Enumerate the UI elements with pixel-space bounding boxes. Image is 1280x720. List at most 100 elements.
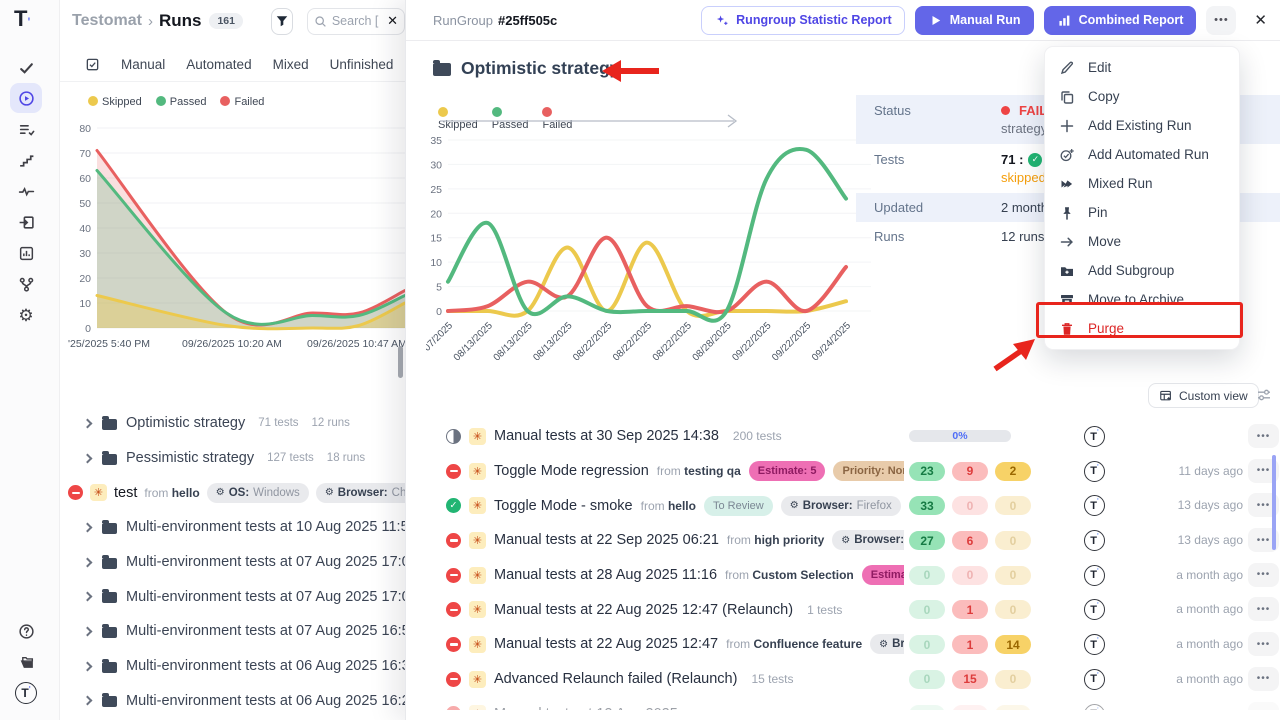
tests-check-icon[interactable] [10, 52, 42, 82]
right-panel-scrollbar[interactable] [1272, 455, 1276, 550]
fast-forward-icon [1059, 176, 1075, 192]
group-name[interactable]: Multi-environment tests at 07 Aug 2025 1… [126, 623, 405, 639]
list-settings-icon[interactable] [1256, 387, 1272, 408]
skipped-count: 0 [995, 496, 1031, 515]
trash-icon [1059, 321, 1075, 337]
failed-status-icon [446, 672, 461, 687]
profile-logo-icon[interactable]: T' [10, 678, 42, 708]
group-row[interactable]: Multi-environment tests at 06 Aug 2025 1… [60, 684, 405, 719]
menu-item-purge[interactable]: Purge [1045, 314, 1239, 343]
group-name[interactable]: Pessimistic strategy [126, 450, 254, 466]
settings-gear-icon[interactable]: ⚙ [10, 300, 42, 330]
group-row[interactable]: Multi-environment tests at 06 Aug 2025 1… [60, 649, 405, 684]
help-icon[interactable] [10, 616, 42, 646]
group-row[interactable]: Pessimistic strategy127 tests18 runs [60, 441, 405, 476]
tag-badge: Estimate: 5 [862, 565, 904, 585]
import-run-icon[interactable] [10, 207, 42, 237]
run-title[interactable]: Advanced Relaunch failed (Relaunch) [494, 671, 737, 687]
group-row[interactable]: Multi-environment tests at 07 Aug 2025 1… [60, 545, 405, 580]
run-name[interactable]: test [114, 485, 137, 501]
run-row[interactable]: ✳Advanced Relaunch failed (Relaunch)15 t… [406, 662, 1280, 697]
pulse-icon[interactable] [10, 176, 42, 206]
menu-item-edit[interactable]: Edit [1045, 53, 1239, 82]
run-title[interactable]: Manual tests at 30 Sep 2025 14:38 [494, 428, 719, 444]
menu-item-add-existing-run[interactable]: Add Existing Run [1045, 111, 1239, 140]
chevron-right-icon[interactable] [83, 696, 93, 706]
group-row[interactable]: Multi-environment tests at 07 Aug 2025 1… [60, 579, 405, 614]
chevron-right-icon[interactable] [83, 592, 93, 602]
run-row[interactable]: ✳Manual tests at 28 Aug 2025 11:16from C… [406, 558, 1280, 593]
projects-folders-icon[interactable] [10, 647, 42, 677]
combined-report-button[interactable]: Combined Report [1044, 6, 1197, 35]
group-row[interactable]: Multi-environment tests at 07 Aug 2025 1… [60, 614, 405, 649]
group-row[interactable]: Optimistic strategy71 tests12 runs [60, 406, 405, 441]
chevron-right-icon[interactable] [83, 661, 93, 671]
gear-icon: ⚙ [325, 487, 334, 498]
rungroup-more-button[interactable]: ••• [1206, 6, 1236, 35]
manual-run-button[interactable]: Manual Run [915, 6, 1034, 35]
run-title[interactable]: Manual tests at 28 Aug 2025 11:16 [494, 567, 717, 583]
row-more-button[interactable]: ••• [1248, 632, 1279, 656]
branch-icon[interactable] [10, 269, 42, 299]
run-title[interactable]: Manual tests at 22 Aug 2025 12:47 (Relau… [494, 602, 793, 618]
avatar: T' [1084, 704, 1105, 710]
run-title[interactable]: Toggle Mode regression [494, 463, 649, 479]
row-more-button[interactable]: ••• [1248, 667, 1279, 691]
group-name[interactable]: Multi-environment tests at 06 Aug 2025 1… [126, 658, 405, 674]
group-name[interactable]: Multi-environment tests at 07 Aug 2025 1… [126, 554, 405, 570]
run-row[interactable]: ✓✳Toggle Mode - smokefrom helloTo Review… [406, 488, 1280, 523]
tab-mixed[interactable]: Mixed [273, 57, 309, 72]
row-more-button[interactable]: ••• [1248, 702, 1279, 710]
menu-item-copy[interactable]: Copy [1045, 82, 1239, 111]
filter-button[interactable] [271, 8, 293, 35]
chevron-right-icon[interactable] [83, 557, 93, 567]
menu-item-pin[interactable]: Pin [1045, 198, 1239, 227]
close-panel-icon[interactable]: ✕ [1254, 11, 1267, 29]
group-name[interactable]: Multi-environment tests at 10 Aug 2025 1… [126, 519, 405, 535]
rungroup-statistic-report-button[interactable]: Rungroup Statistic Report [701, 6, 905, 35]
menu-item-move-to-archive[interactable]: Move to Archive [1045, 285, 1239, 314]
run-row[interactable]: ✳Manual tests at 12 Aug 2025T'••• [406, 697, 1280, 710]
run-row[interactable]: ✳Manual tests at 22 Sep 2025 06:21from h… [406, 523, 1280, 558]
run-list-icon[interactable] [85, 57, 100, 72]
row-more-button[interactable]: ••• [1248, 563, 1279, 587]
run-title[interactable]: Manual tests at 22 Aug 2025 12:47 [494, 636, 718, 652]
tab-automated[interactable]: Automated [186, 57, 251, 72]
report-chart-icon[interactable] [10, 238, 42, 268]
row-more-button[interactable]: ••• [1248, 424, 1279, 448]
custom-view-button[interactable]: Custom view [1148, 383, 1259, 408]
menu-item-mixed-run[interactable]: Mixed Run [1045, 169, 1239, 198]
failed-count: 0 [952, 566, 988, 585]
checklist-icon[interactable] [10, 114, 42, 144]
tab-unfinished[interactable]: Unfinished [330, 57, 394, 72]
svg-text:08/07/2025: 08/07/2025 [426, 320, 455, 360]
group-name[interactable]: Optimistic strategy [126, 415, 245, 431]
menu-item-label: Edit [1088, 60, 1111, 75]
chevron-right-icon[interactable] [83, 453, 93, 463]
row-more-button[interactable]: ••• [1248, 597, 1279, 621]
group-name[interactable]: Multi-environment tests at 06 Aug 2025 1… [126, 693, 405, 709]
steps-icon[interactable] [10, 145, 42, 175]
group-name[interactable]: Multi-environment tests at 07 Aug 2025 1… [126, 589, 405, 605]
menu-item-add-automated-run[interactable]: Add Automated Run [1045, 140, 1239, 169]
chevron-right-icon[interactable] [83, 522, 93, 532]
chevron-right-icon[interactable] [83, 418, 93, 428]
group-row[interactable]: Multi-environment tests at 10 Aug 2025 1… [60, 510, 405, 545]
menu-item-move[interactable]: Move [1045, 227, 1239, 256]
run-title[interactable]: Toggle Mode - smoke [494, 498, 633, 514]
tab-manual[interactable]: Manual [121, 57, 165, 72]
run-row[interactable]: ✳Manual tests at 30 Sep 2025 14:38200 te… [406, 419, 1280, 454]
run-title[interactable]: Manual tests at 22 Sep 2025 06:21 [494, 532, 719, 548]
run-row[interactable]: ✳Manual tests at 22 Aug 2025 12:47 (Rela… [406, 592, 1280, 627]
run-title[interactable]: Manual tests at 12 Aug 2025 [494, 706, 678, 710]
run-row[interactable]: ✳testfrom hello⚙OS:Windows⚙Browser:Chrom… [60, 475, 405, 510]
clear-search-icon[interactable]: ✕ [387, 13, 398, 29]
runs-play-circle-icon[interactable] [10, 83, 42, 113]
breadcrumb-app[interactable]: Testomat [72, 12, 142, 30]
run-row[interactable]: ✳Manual tests at 22 Aug 2025 12:47from C… [406, 627, 1280, 662]
chevron-right-icon[interactable] [83, 627, 93, 637]
run-row[interactable]: ✳Toggle Mode regressionfrom testing qaEs… [406, 454, 1280, 489]
search-input[interactable]: Search [ ✕ [307, 8, 405, 35]
left-panel-scrollbar[interactable] [398, 346, 403, 378]
menu-item-add-subgroup[interactable]: Add Subgroup [1045, 256, 1239, 285]
